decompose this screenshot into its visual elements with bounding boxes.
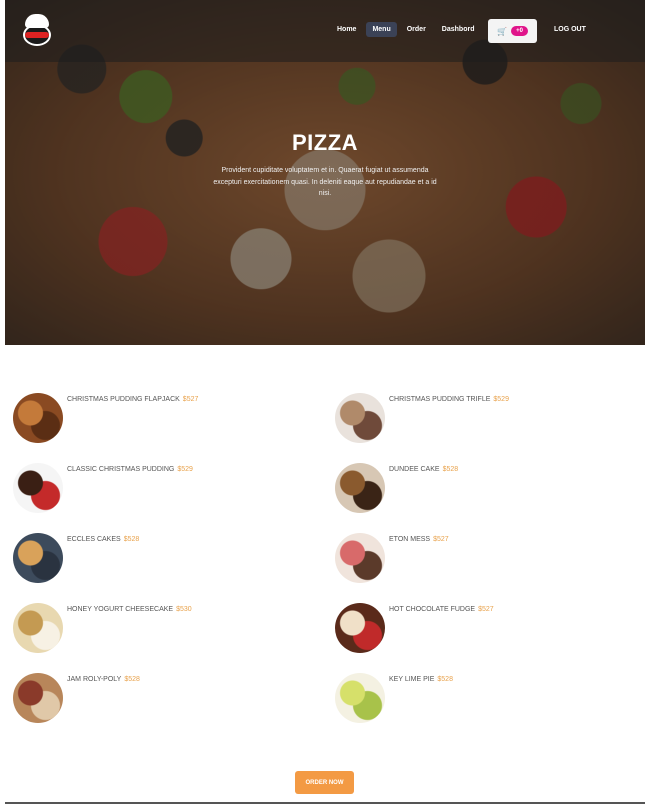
order-now-button[interactable]: ORDER NOW [295,771,354,794]
menu-item-image [335,603,385,653]
menu-item-title: CLASSIC CHRISTMAS PUDDING [67,466,175,473]
menu-item-image [335,673,385,723]
menu-item-price: $529 [493,396,509,403]
menu-item-title: ETON MESS [389,536,431,543]
menu-item-title: HONEY YOGURT CHEESECAKE [67,606,174,613]
menu-item-name: ETON MESS $527 [389,536,449,543]
menu-item-title: KEY LIME PIE [389,676,435,683]
cart-button[interactable]: 🛒 +0 [488,19,537,43]
menu-item[interactable]: CHRISTMAS PUDDING TRIFLE $529 [335,380,635,443]
menu-item-name: HOT CHOCOLATE FUDGE $527 [389,606,494,613]
menu-item-image [335,463,385,513]
menu-item[interactable]: ECCLES CAKES $528 [13,520,313,583]
menu-item[interactable]: CHRISTMAS PUDDING FLAPJACK $527 [13,380,313,443]
menu-item-price: $527 [433,536,449,543]
menu-item-price: $529 [177,466,193,473]
menu-item-title: HOT CHOCOLATE FUDGE [389,606,476,613]
nav-order[interactable]: Order [401,22,432,37]
menu-item-name: KEY LIME PIE $528 [389,676,453,683]
hero-title: PIZZA [291,130,359,155]
menu-item-price: $528 [124,676,140,683]
nav-dashboard[interactable]: Dashbord [436,22,481,37]
menu-item-price: $528 [123,536,140,543]
top-navbar: Home Menu Order Dashbord 🛒 +0 LOG OUT [5,0,645,62]
main-nav: Home Menu Order Dashbord [331,22,480,37]
menu-item-price: $527 [182,396,199,403]
cart-count-badge: +0 [511,26,528,36]
nav-menu[interactable]: Menu [366,22,397,37]
logout-link[interactable]: LOG OUT [554,26,586,33]
hero-description: Provident cupiditate voluptatem et in. Q… [213,167,437,197]
menu-item-image [13,463,63,513]
menu-item-name: ECCLES CAKES $528 [67,536,139,543]
logo-band [25,32,49,38]
cart-icon: 🛒 [497,26,508,36]
menu-item[interactable]: KEY LIME PIE $528 [335,660,635,723]
menu-item[interactable]: DUNDEE CAKE $528 [335,450,635,513]
menu-item-image [335,533,385,583]
menu-item-image [13,603,63,653]
menu-item-name: DUNDEE CAKE $528 [389,466,458,473]
nav-home[interactable]: Home [331,22,362,37]
menu-item-name: JAM ROLY-POLY $528 [67,676,140,683]
menu-item-price: $528 [442,466,459,473]
menu-item-title: DUNDEE CAKE [389,466,440,473]
menu-item-title: CHRISTMAS PUDDING TRIFLE [389,396,491,403]
logo-chef-hat [25,14,49,28]
menu-item-name: HONEY YOGURT CHEESECAKE $530 [67,606,192,613]
page: Home Menu Order Dashbord 🛒 +0 LOG OUT PI… [0,0,655,804]
menu-item-image [13,533,63,583]
site-logo[interactable] [19,14,55,48]
menu-item-price: $528 [437,676,453,683]
menu-item[interactable]: HONEY YOGURT CHEESECAKE $530 [13,590,313,653]
menu-item-name: CHRISTMAS PUDDING FLAPJACK $527 [67,396,198,403]
menu-item-title: ECCLES CAKES [67,536,121,543]
menu-item-price: $527 [478,606,494,613]
menu-item-image [13,673,63,723]
menu-item[interactable]: HOT CHOCOLATE FUDGE $527 [335,590,635,653]
menu-item-name: CLASSIC CHRISTMAS PUDDING $529 [67,466,193,473]
menu-item-title: CHRISTMAS PUDDING FLAPJACK [67,396,180,403]
menu-item-image [13,393,63,443]
menu-item[interactable]: JAM ROLY-POLY $528 [13,660,313,723]
menu-item-name: CHRISTMAS PUDDING TRIFLE $529 [389,396,509,403]
menu-item-price: $530 [176,606,192,613]
menu-item[interactable]: CLASSIC CHRISTMAS PUDDING $529 [13,450,313,513]
menu-item-title: JAM ROLY-POLY [67,676,122,683]
menu-item[interactable]: ETON MESS $527 [335,520,635,583]
hero-banner: Home Menu Order Dashbord 🛒 +0 LOG OUT PI… [5,0,645,345]
menu-item-image [335,393,385,443]
